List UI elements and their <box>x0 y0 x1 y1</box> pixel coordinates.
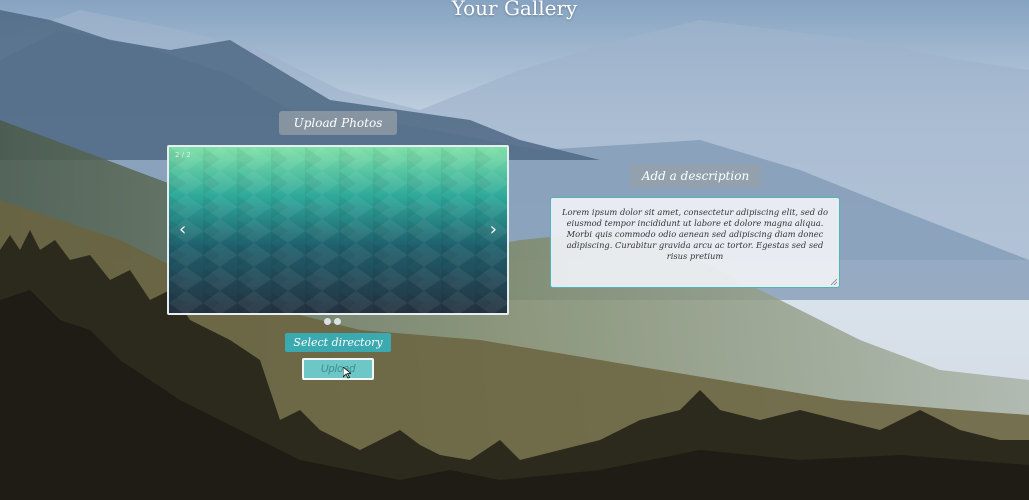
slider-dot[interactable] <box>334 318 341 325</box>
select-directory-button[interactable]: Select directory <box>285 333 391 352</box>
image-slider[interactable]: 2 / 2 ‹ › <box>167 145 509 315</box>
description-text: Lorem ipsum dolor sit amet, consectetur … <box>561 207 829 261</box>
description-textarea[interactable]: Lorem ipsum dolor sit amet, consectetur … <box>550 197 840 288</box>
page-title: Your Gallery <box>451 0 578 20</box>
resize-grip-icon[interactable] <box>831 279 837 285</box>
slider-dots <box>324 318 341 325</box>
mouse-cursor-icon <box>343 367 351 379</box>
mountain-background-image <box>0 0 1029 500</box>
upload-button[interactable]: Upload <box>302 358 374 380</box>
slider-dot[interactable] <box>324 318 331 325</box>
add-description-label: Add a description <box>630 164 761 188</box>
previous-arrow-icon[interactable]: ‹ <box>179 221 186 239</box>
upload-photos-label: Upload Photos <box>279 111 397 135</box>
slide-counter: 2 / 2 <box>175 151 191 159</box>
next-arrow-icon[interactable]: › <box>490 221 497 239</box>
slide-image <box>169 147 507 313</box>
